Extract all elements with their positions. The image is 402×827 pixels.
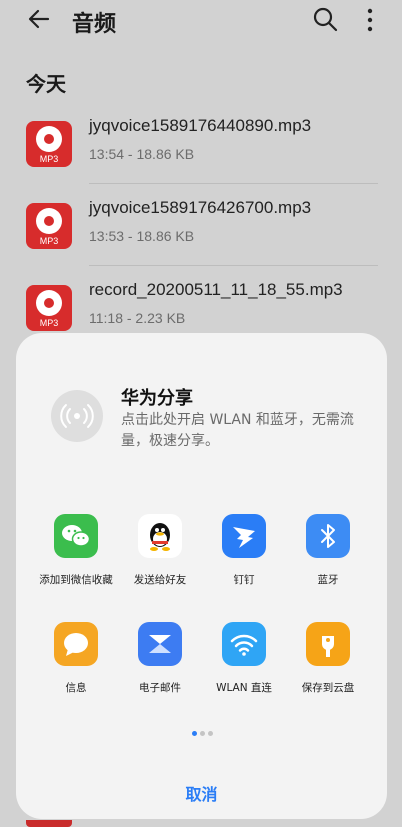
section-label: 今天 bbox=[26, 72, 66, 96]
huawei-share-description[interactable]: 点击此处开启 WLAN 和蓝牙，无需流量，极速分享。 bbox=[121, 410, 361, 452]
page-dot bbox=[200, 731, 205, 736]
mp3-file-icon: MP3 bbox=[26, 285, 72, 331]
page-indicator bbox=[190, 730, 220, 738]
mp3-file-icon: MP3 bbox=[26, 121, 72, 167]
wlan-direct-icon bbox=[222, 622, 266, 666]
file-name: jyqvoice1589176426700.mp3 bbox=[89, 198, 312, 217]
file-row[interactable]: MP3 jyqvoice1589176426700.mp3 13:53 - 18… bbox=[0, 184, 402, 266]
file-row[interactable]: MP3 jyqvoice1589176440890.mp3 13:54 - 18… bbox=[0, 102, 402, 184]
share-sheet: 华为分享 点击此处开启 WLAN 和蓝牙，无需流量，极速分享。 添加到微信收藏 bbox=[16, 333, 387, 819]
share-target-label: 保存到云盘 bbox=[301, 682, 355, 694]
huawei-share-title[interactable]: 华为分享 bbox=[121, 384, 193, 410]
page-dot-active bbox=[192, 731, 197, 736]
share-target-label: 电子邮件 bbox=[139, 682, 181, 694]
file-meta: 11:18 - 2.23 KB bbox=[89, 310, 186, 326]
search-icon[interactable] bbox=[312, 6, 338, 32]
bluetooth-icon bbox=[306, 514, 350, 558]
messages-icon bbox=[54, 622, 98, 666]
mp3-file-icon: MP3 bbox=[26, 203, 72, 249]
share-target-label: 添加到微信收藏 bbox=[39, 574, 113, 586]
mp3-file-icon bbox=[26, 820, 72, 827]
huawei-share-icon[interactable] bbox=[51, 390, 103, 442]
share-target-label: 信息 bbox=[65, 682, 87, 694]
page-title: 音频 bbox=[72, 12, 117, 37]
share-target-label: 蓝牙 bbox=[317, 574, 339, 586]
email-icon bbox=[138, 622, 182, 666]
page-dot bbox=[208, 731, 213, 736]
share-target-label: WLAN 直连 bbox=[216, 682, 272, 694]
file-meta: 13:53 - 18.86 KB bbox=[89, 228, 195, 244]
cloud-drive-icon bbox=[306, 622, 350, 666]
back-arrow-icon[interactable] bbox=[26, 6, 52, 32]
qq-icon bbox=[138, 514, 182, 558]
cancel-button[interactable]: 取消 bbox=[16, 781, 387, 805]
top-bar: 音频 bbox=[0, 0, 402, 40]
file-name: record_20200511_11_18_55.mp3 bbox=[89, 280, 343, 299]
wechat-icon bbox=[54, 514, 98, 558]
file-name: jyqvoice1589176440890.mp3 bbox=[89, 116, 312, 135]
share-target-label: 发送给好友 bbox=[133, 574, 187, 586]
dingtalk-icon bbox=[222, 514, 266, 558]
file-meta: 13:54 - 18.86 KB bbox=[89, 146, 195, 162]
more-options-icon[interactable] bbox=[362, 6, 378, 34]
share-target-label: 钉钉 bbox=[233, 574, 255, 586]
